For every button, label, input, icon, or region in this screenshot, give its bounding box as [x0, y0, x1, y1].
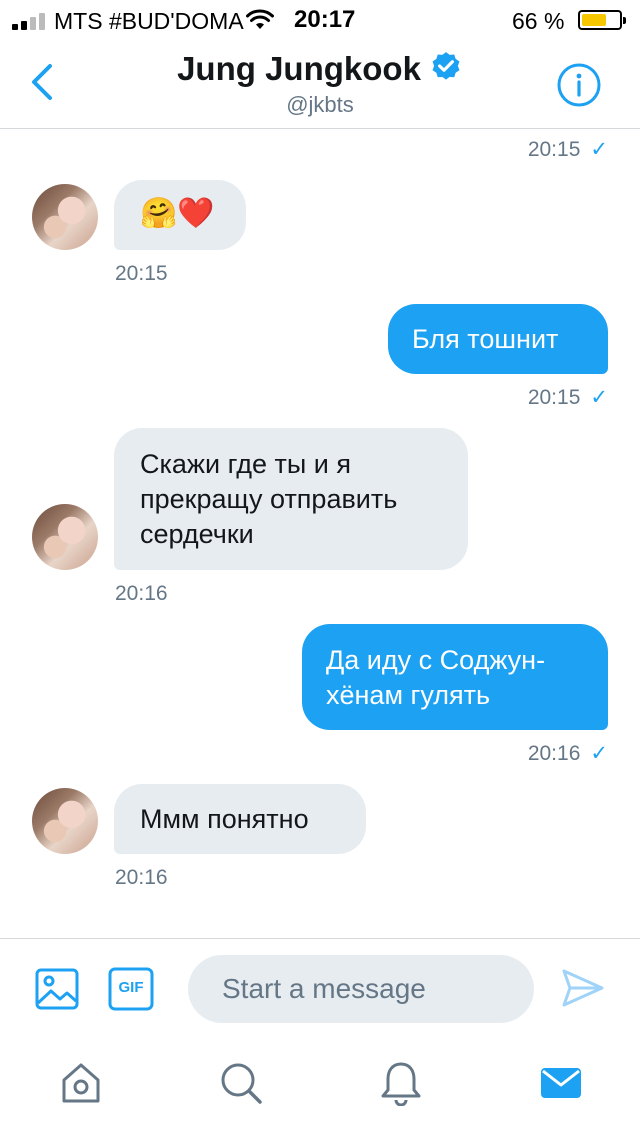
info-icon[interactable]	[556, 62, 602, 108]
signal-strength-icon	[12, 12, 48, 30]
carrier-name: MTS #BUD'DOMA	[54, 8, 244, 34]
search-icon[interactable]	[218, 1060, 264, 1106]
message-timestamp: 20:15	[115, 262, 168, 285]
message-timestamp: 20:15 ✓	[527, 386, 608, 409]
message-composer: GIF	[0, 938, 640, 1039]
status-bar: MTS #BUD'DOMA 20:17 66 %	[0, 0, 640, 40]
send-icon[interactable]	[560, 965, 606, 1011]
message-text: Да иду с Соджун- хёнам гулять	[326, 645, 546, 710]
incoming-message-bubble[interactable]: Ммм понятно	[114, 784, 366, 854]
message-timestamp: 20:16	[115, 866, 168, 889]
avatar[interactable]	[32, 184, 98, 250]
sent-check-icon: ✓	[590, 742, 608, 765]
message-timestamp: 20:15 ✓	[527, 138, 608, 161]
tab-bar	[0, 1040, 640, 1136]
sent-check-icon: ✓	[590, 138, 608, 161]
conversation-title[interactable]: Jung Jungkook	[0, 50, 640, 88]
incoming-message-bubble[interactable]: 🤗❤️	[114, 180, 246, 250]
sent-check-icon: ✓	[590, 386, 608, 409]
wifi-icon	[246, 9, 274, 29]
gif-icon[interactable]: GIF	[108, 967, 154, 1011]
outgoing-message-bubble[interactable]: Да иду с Соджун- хёнам гулять	[302, 624, 608, 730]
message-timestamp: 20:16	[115, 582, 168, 605]
notifications-icon[interactable]	[378, 1060, 424, 1106]
outgoing-message-bubble[interactable]: Бля тошнит	[388, 304, 608, 374]
home-icon[interactable]	[58, 1060, 104, 1106]
battery-fill	[582, 14, 606, 26]
contact-name: Jung Jungkook	[177, 50, 421, 87]
message-text: Бля тошнит	[412, 324, 559, 354]
battery-percent: 66 %	[512, 8, 565, 34]
avatar[interactable]	[32, 788, 98, 854]
contact-handle: @jkbts	[286, 92, 354, 117]
message-text: Скажи где ты и я прекращу отправить серд…	[140, 449, 398, 549]
battery-icon	[578, 10, 626, 30]
avatar[interactable]	[32, 504, 98, 570]
gif-label: GIF	[118, 979, 144, 996]
message-text: 🤗❤️	[140, 197, 215, 230]
messages-icon[interactable]	[538, 1060, 584, 1106]
message-timestamp: 20:16 ✓	[527, 742, 608, 765]
image-icon[interactable]	[34, 967, 80, 1011]
message-input[interactable]	[188, 955, 534, 1023]
message-text: Ммм понятно	[140, 804, 309, 834]
verified-badge-icon	[432, 52, 460, 80]
incoming-message-bubble[interactable]: Скажи где ты и я прекращу отправить серд…	[114, 428, 468, 570]
conversation-header: Jung Jungkook @jkbts	[0, 40, 640, 129]
status-time: 20:17	[294, 6, 356, 33]
